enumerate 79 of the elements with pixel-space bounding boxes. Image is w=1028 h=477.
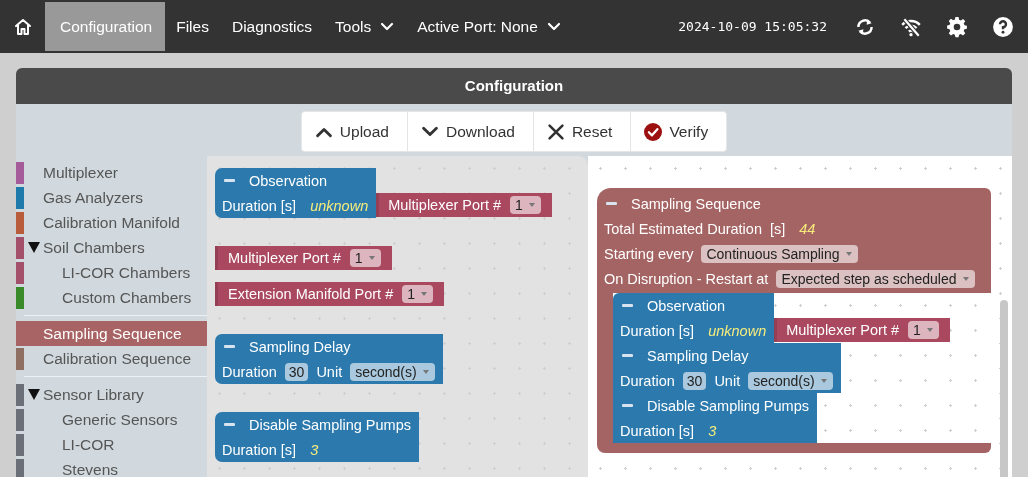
block-value: unknown [708,322,767,339]
category-item[interactable]: LI-COR Chambers [16,260,207,285]
block-title: Sampling Delay [249,338,351,355]
block-title: Disable Sampling Pumps [647,397,809,414]
close-icon [546,122,565,141]
block-label: Multiplexer Port # [228,250,341,266]
collapse-icon[interactable] [224,179,235,182]
category-item[interactable]: Multiplexer [16,160,207,185]
block-label: Unit [714,372,741,389]
dropdown-field[interactable]: 1 [349,249,381,267]
block-label: Extension Manifold Port # [228,286,394,302]
caret-icon [368,256,375,260]
category-item[interactable]: Generic Sensors [16,407,207,432]
category-item[interactable]: Calibration Manifold [16,210,207,235]
block-title: Observation [249,172,328,189]
dropdown-field[interactable]: second(s) [350,362,435,381]
block-title: Sampling Delay [647,347,749,364]
block-label: Duration [s] [620,422,695,439]
wifi-off-icon [900,15,922,38]
category-item[interactable]: Stevens [16,457,207,477]
category-item[interactable]: Sampling Sequence [16,321,207,346]
block-value: 3 [310,441,319,458]
panel-title: Configuration [16,68,1012,104]
menu-button[interactable]: Tools [324,2,407,51]
block-label: Unit [316,363,343,380]
block-label: Duration [s] [222,197,297,214]
number-field[interactable]: 30 [682,371,707,390]
menu-button[interactable]: Active Port: None [406,2,573,51]
toolbar-button[interactable]: Verify [630,112,727,151]
category-item[interactable]: Calibration Sequence [16,346,207,371]
caret-icon [422,369,429,374]
collapse-icon[interactable] [224,345,235,348]
category-item[interactable]: Custom Chambers [16,285,207,310]
caret-icon [421,292,428,296]
dropdown-field[interactable]: 1 [510,196,541,214]
dropdown-field[interactable]: 1 [908,321,939,339]
dropdown-field[interactable]: second(s) [748,371,833,390]
number-field[interactable]: 30 [284,362,309,381]
block-title: Disable Sampling Pumps [249,416,411,433]
caret-icon [926,328,933,332]
block-title: Observation [647,297,726,314]
category-item[interactable]: Soil Chambers [16,235,207,260]
block-value: 3 [708,422,717,439]
block-label: Duration [s] [620,322,695,339]
caret-icon [845,251,852,256]
block-label: [s] [769,220,786,237]
dropdown-field[interactable]: Expected step as scheduled [776,269,975,288]
collapse-icon[interactable] [224,423,235,426]
caret-icon [962,276,969,281]
settings-icon [946,15,968,38]
block-label: Duration [620,372,675,389]
block-label: Total Estimated Duration [604,220,762,237]
block-label: Duration [222,363,277,380]
scrollbar-thumb[interactable] [1000,300,1008,477]
home-icon [12,16,33,37]
check-circle-icon [644,122,663,141]
collapse-icon[interactable] [622,354,633,357]
block-label: Duration [s] [222,441,297,458]
nav-tab[interactable]: Files [165,2,221,51]
dropdown-field[interactable]: Continuous Sampling [701,244,858,263]
block-label: Multiplexer Port # [388,197,502,213]
caret-icon [820,378,827,383]
caret-icon [528,203,535,207]
dropdown-field[interactable]: 1 [402,285,434,303]
category-item[interactable]: Sensor Library [16,382,207,407]
nav-tab[interactable]: Diagnostics [220,2,325,51]
category-item[interactable]: Gas Analyzers [16,185,207,210]
collapse-icon[interactable] [622,404,633,407]
block-label: Starting every [604,245,694,262]
block-value: unknown [310,197,369,214]
collapse-icon[interactable] [606,202,617,205]
help-icon [992,15,1014,38]
collapse-icon[interactable] [622,304,633,307]
block-title: Sampling Sequence [631,195,761,212]
block-value: 44 [799,220,816,237]
category-item[interactable]: LI-COR [16,432,207,457]
block-label: Multiplexer Port # [786,322,900,338]
block-label: On Disruption - Restart at [604,270,769,287]
clock-text: 2024-10-09 15:05:32 [678,19,827,34]
